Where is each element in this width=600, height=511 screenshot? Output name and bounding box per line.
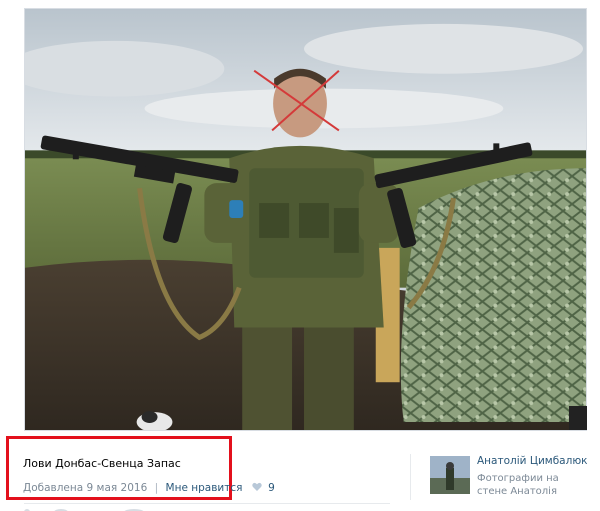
author-name-link[interactable]: Анатолій Цимбалюк <box>477 455 588 467</box>
photo-viewer: Лови Донбас-Свенца Запас Добавлена 9 мая… <box>0 0 600 511</box>
photo-graphic <box>25 9 586 430</box>
author-avatar[interactable] <box>430 456 470 494</box>
author-block: Анатолій Цимбалюк Фотографии на стене Ан… <box>410 454 596 500</box>
caption-divider <box>24 503 390 504</box>
photo-caption: Лови Донбас-Свенца Запас <box>23 457 181 470</box>
like-button[interactable]: Мне нравится <box>166 482 243 494</box>
photo-caption-panel: Лови Донбас-Свенца Запас Добавлена 9 мая… <box>0 432 600 511</box>
heart-icon[interactable] <box>252 482 262 492</box>
photo-image[interactable] <box>24 8 587 431</box>
album-link[interactable]: Фотографии на стене Анатолія <box>477 472 592 498</box>
photo-meta: Добавлена 9 мая 2016 | Мне нравится 9 <box>23 482 275 494</box>
like-count[interactable]: 9 <box>268 482 275 494</box>
photo-date: Добавлена 9 мая 2016 <box>23 482 148 494</box>
photo-corner-object <box>569 406 587 430</box>
avatar-icon <box>430 456 470 494</box>
meta-separator: | <box>154 482 159 494</box>
